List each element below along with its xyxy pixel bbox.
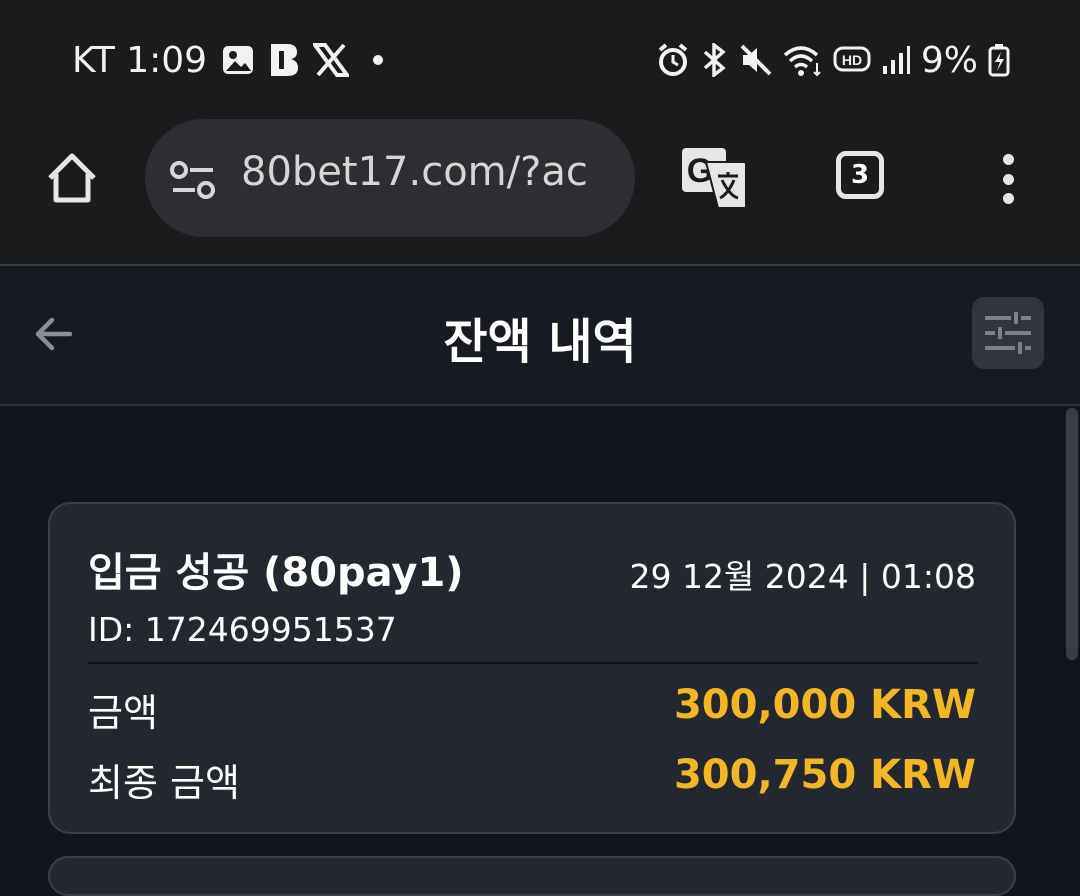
card-divider bbox=[88, 662, 978, 664]
final-amount-label: 최종 금액 bbox=[88, 761, 240, 805]
wifi-icon bbox=[783, 43, 823, 77]
page-header: 잔액 내역 bbox=[0, 266, 1080, 406]
final-amount-value: 300,750 KRW bbox=[673, 752, 976, 798]
transaction-title: 입금 성공 (80pay1) bbox=[88, 550, 464, 596]
svg-text:HD: HD bbox=[842, 52, 862, 68]
dot-icon bbox=[363, 45, 393, 75]
scrollbar[interactable] bbox=[1066, 408, 1078, 660]
translate-icon: G bbox=[682, 148, 747, 209]
home-button[interactable] bbox=[40, 146, 104, 210]
x-app-icon bbox=[313, 43, 350, 77]
amount-label: 금액 bbox=[88, 691, 158, 735]
status-bar: KT 1:09 HD 9% bbox=[0, 0, 1080, 118]
carrier-time: KT 1:09 bbox=[72, 39, 208, 81]
page-title: 잔액 내역 bbox=[443, 314, 637, 370]
filter-sliders-icon bbox=[985, 312, 1031, 354]
home-icon bbox=[48, 153, 96, 203]
bluetooth-icon bbox=[699, 43, 729, 77]
translate-button[interactable]: G bbox=[678, 144, 750, 216]
status-right: HD 9% bbox=[657, 38, 1010, 82]
transaction-datetime: 29 12월 2024 | 01:08 bbox=[629, 557, 976, 596]
address-bar[interactable]: 80bet17.com/?ac bbox=[145, 119, 635, 237]
tab-count: 3 bbox=[850, 160, 870, 190]
mute-icon bbox=[739, 43, 773, 77]
browser-toolbar: 80bet17.com/?ac G 3 bbox=[0, 118, 1080, 266]
signal-icon bbox=[881, 44, 911, 76]
transaction-card-next[interactable] bbox=[48, 856, 1016, 896]
site-settings-icon[interactable] bbox=[169, 160, 217, 204]
b-app-icon bbox=[269, 42, 299, 78]
transaction-list: 입금 성공 (80pay1) 29 12월 2024 | 01:08 ID: 1… bbox=[0, 406, 1080, 896]
hd-icon: HD bbox=[833, 45, 871, 75]
filter-button[interactable] bbox=[972, 297, 1044, 369]
battery-percent: 9% bbox=[920, 39, 978, 81]
alarm-icon bbox=[657, 43, 689, 77]
url-text[interactable]: 80bet17.com/?ac bbox=[241, 149, 611, 195]
gallery-icon bbox=[221, 43, 255, 77]
more-menu-icon[interactable] bbox=[995, 154, 1021, 204]
tabs-button[interactable]: 3 bbox=[836, 151, 884, 199]
battery-charging-icon bbox=[988, 43, 1010, 77]
status-left: KT 1:09 bbox=[72, 38, 393, 82]
transaction-id: ID: 172469951537 bbox=[88, 610, 397, 649]
amount-value: 300,000 KRW bbox=[673, 682, 976, 728]
transaction-card[interactable]: 입금 성공 (80pay1) 29 12월 2024 | 01:08 ID: 1… bbox=[48, 502, 1016, 834]
